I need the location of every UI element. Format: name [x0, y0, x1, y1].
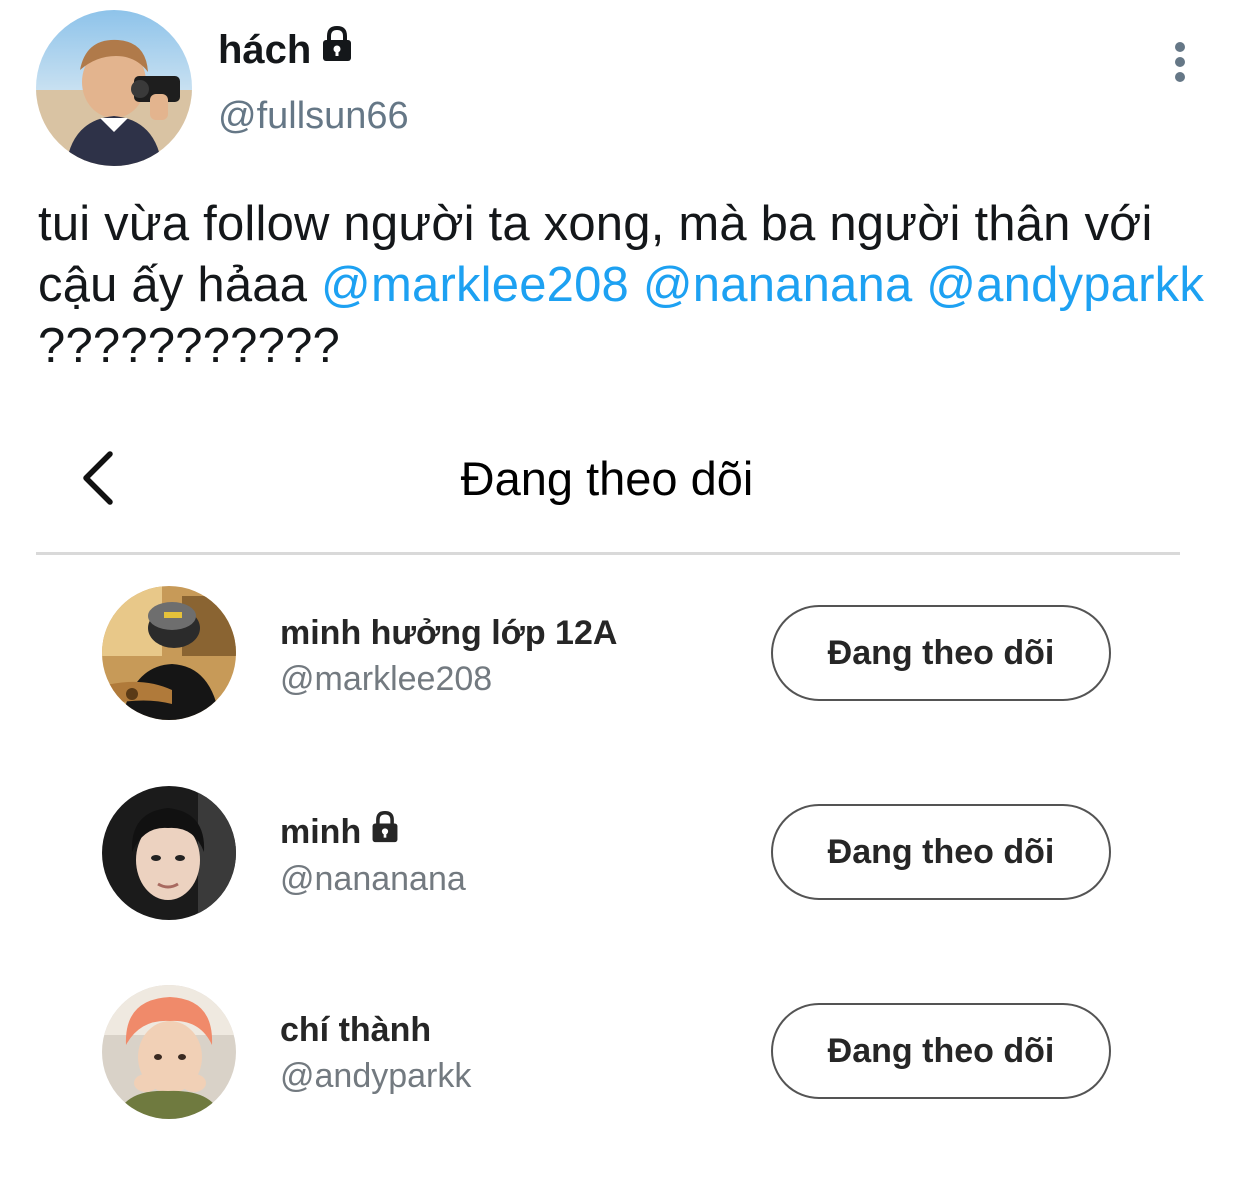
- following-button[interactable]: Đang theo dõi: [771, 1003, 1111, 1099]
- following-list-item[interactable]: minh hưởng lớp 12A @marklee208 Đang theo…: [0, 586, 1242, 726]
- user-handle[interactable]: @nananana: [280, 858, 466, 900]
- user-avatar-photo: [102, 786, 236, 920]
- chevron-left-icon: [83, 451, 113, 505]
- screen-title: Đang theo dõi: [460, 452, 754, 505]
- user-name[interactable]: minh hưởng lớp 12A: [280, 612, 617, 654]
- lock-icon: [369, 810, 401, 854]
- following-button[interactable]: Đang theo dõi: [771, 804, 1111, 900]
- tweet-text: tui vừa follow người ta xong, mà ba ngườ…: [38, 194, 1213, 377]
- mention-link[interactable]: @andyparkk: [926, 258, 1204, 312]
- user-avatar-photo: [102, 985, 236, 1119]
- user-handle[interactable]: @marklee208: [280, 658, 492, 700]
- user-name[interactable]: chí thành: [280, 1009, 431, 1051]
- user-name-text: chí thành: [280, 1011, 432, 1049]
- user-avatar[interactable]: [102, 985, 236, 1119]
- user-avatar[interactable]: [102, 586, 236, 720]
- user-name[interactable]: minh: [280, 810, 401, 854]
- author-name[interactable]: hách: [218, 24, 355, 76]
- author-name-text: hách: [218, 28, 312, 72]
- back-button[interactable]: [70, 446, 126, 510]
- tweet-text-outro: ???????????: [38, 319, 340, 373]
- more-options-button[interactable]: [1158, 38, 1202, 86]
- author-avatar[interactable]: [36, 10, 192, 166]
- user-name-text: minh hưởng lớp 12A: [280, 614, 618, 652]
- following-list-item[interactable]: minh @nananana Đang theo dõi: [0, 784, 1242, 924]
- mention-link[interactable]: @marklee208: [321, 258, 629, 312]
- vertical-dots-icon: [1175, 42, 1185, 82]
- user-name-text: minh: [280, 813, 362, 851]
- following-list-item[interactable]: chí thành @andyparkk Đang theo dõi: [0, 983, 1242, 1123]
- mention-link[interactable]: @nananana: [643, 258, 913, 312]
- user-avatar[interactable]: [102, 786, 236, 920]
- author-handle[interactable]: @fullsun66: [218, 92, 409, 140]
- author-avatar-photo: [36, 10, 192, 166]
- divider: [36, 552, 1180, 555]
- user-handle[interactable]: @andyparkk: [280, 1055, 471, 1097]
- lock-icon: [319, 24, 355, 76]
- user-avatar-photo: [102, 586, 236, 720]
- following-button[interactable]: Đang theo dõi: [771, 605, 1111, 701]
